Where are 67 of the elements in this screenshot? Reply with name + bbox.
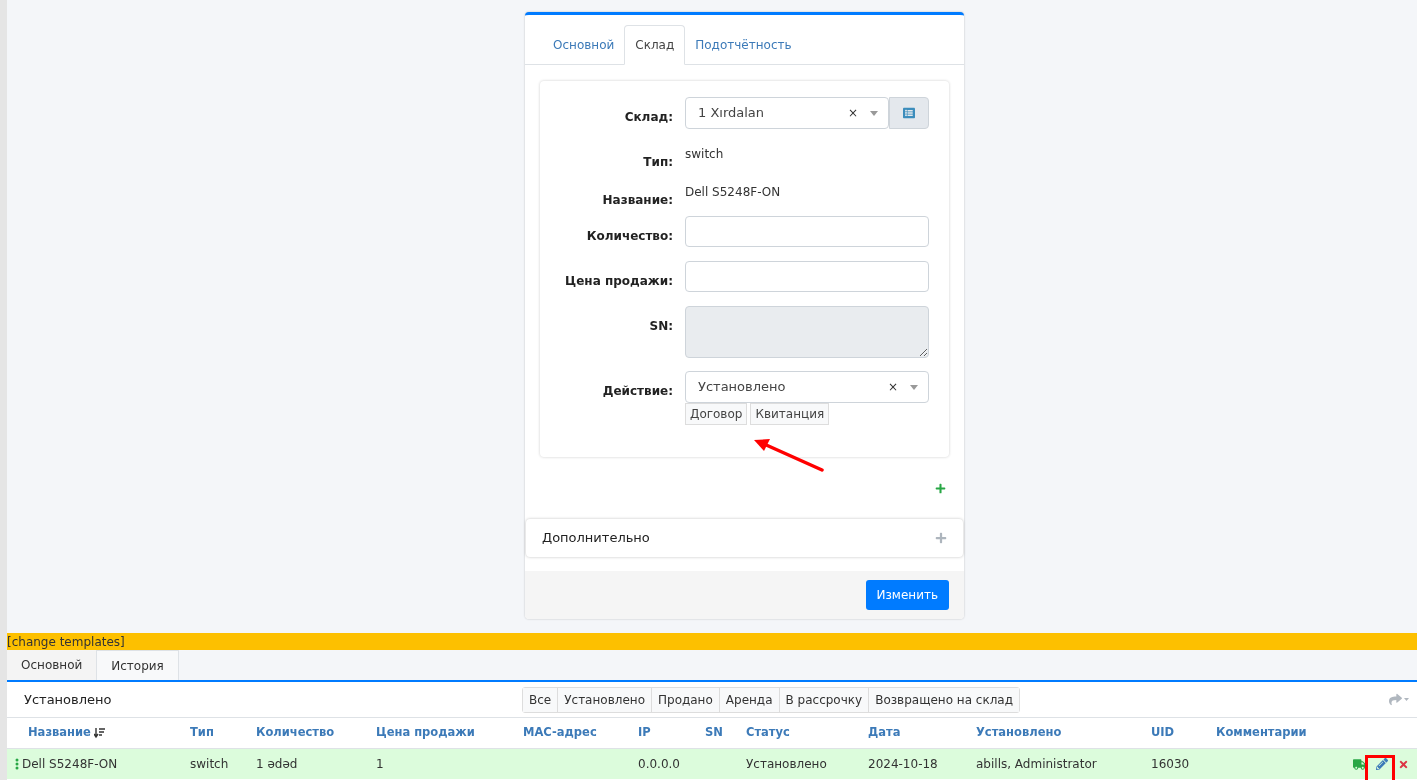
field-label: Склад: <box>624 110 673 124</box>
field-value: switch <box>685 146 724 163</box>
column-header[interactable]: Комментарии <box>1216 724 1307 742</box>
field-label: Действие: <box>602 384 673 398</box>
column-header[interactable]: Статус <box>746 724 790 742</box>
column-header[interactable]: UID <box>1151 724 1175 742</box>
table-cell-text: 1 ədəd <box>256 756 298 773</box>
menu-dots-icon[interactable] <box>15 758 19 770</box>
highlight-frame <box>1365 754 1395 780</box>
column-header[interactable]: SN <box>705 724 723 742</box>
delete-icon[interactable] <box>1398 758 1409 770</box>
document-button[interactable]: Квитанция <box>750 403 830 425</box>
clear-icon[interactable]: × <box>887 378 898 396</box>
share-icon[interactable] <box>1389 693 1409 706</box>
extra-section[interactable]: Дополнительно <box>526 519 963 557</box>
templates-link[interactable]: [change templates] <box>7 635 125 648</box>
filter-button[interactable]: Продано <box>651 687 719 712</box>
column-header[interactable]: Установлено <box>976 724 1062 742</box>
column-header[interactable]: Дата <box>868 724 901 742</box>
caret-icon <box>910 384 918 390</box>
filter-button[interactable]: Аренда <box>718 687 779 712</box>
filter-button[interactable]: Установлено <box>557 687 651 712</box>
field-value: Dell S5248F-ON <box>685 184 781 201</box>
field-label: SN: <box>649 319 673 333</box>
expand-icon[interactable] <box>935 532 947 544</box>
panel-title: Установлено <box>24 690 113 709</box>
clear-icon[interactable]: × <box>847 104 858 122</box>
list-icon <box>903 107 915 119</box>
column-header[interactable]: Название <box>28 724 91 742</box>
table-cell-text: 2024-10-18 <box>868 756 938 773</box>
field-label: Количество: <box>586 229 673 243</box>
tab[interactable]: Основной <box>543 25 625 65</box>
table-cell-text: 1 <box>376 756 384 773</box>
list-button[interactable] <box>889 97 929 129</box>
column-header[interactable]: Цена продажи <box>376 724 475 742</box>
column-header[interactable]: IP <box>638 724 651 742</box>
filter-button[interactable]: Все <box>523 687 558 712</box>
section-title: Дополнительно <box>542 529 651 548</box>
column-header[interactable]: Тип <box>190 724 214 742</box>
table-cell-text: 16030 <box>1151 756 1190 773</box>
caret-icon <box>870 110 878 116</box>
tab[interactable]: Склад <box>624 25 686 65</box>
select-field[interactable]: Установлено × <box>685 371 929 403</box>
sort-icon[interactable] <box>93 727 105 739</box>
filter-button[interactable]: В рассрочку <box>778 687 869 712</box>
filter-button[interactable]: Возвращено на склад <box>868 687 1020 712</box>
table-cell-text: switch <box>190 756 229 773</box>
table-cell-text: Установлено <box>746 756 827 773</box>
tab[interactable]: Основной <box>7 650 97 680</box>
truck-icon[interactable] <box>1353 757 1366 771</box>
column-header[interactable]: Количество <box>256 724 335 742</box>
select-field[interactable]: 1 Xırdalan × <box>685 97 889 129</box>
field-label: Название: <box>602 193 673 207</box>
add-icon[interactable] <box>935 482 946 494</box>
input-field[interactable] <box>685 216 929 247</box>
column-header[interactable]: MAC-адрес <box>523 724 597 742</box>
tab[interactable]: История <box>96 650 179 680</box>
field-label: Тип: <box>643 155 673 169</box>
edit-icon[interactable] <box>1376 758 1388 770</box>
submit-button[interactable]: Изменить <box>865 580 949 610</box>
tab[interactable]: Подотчётность <box>685 25 802 65</box>
field-label: Цена продажи: <box>565 274 673 288</box>
document-button[interactable]: Договор <box>685 403 748 425</box>
table-cell-text: Dell S5248F-ON <box>22 756 118 773</box>
table-cell-text: abills, Administrator <box>976 756 1097 773</box>
table-cell-text: 0.0.0.0 <box>638 756 680 773</box>
input-field[interactable] <box>685 261 929 292</box>
